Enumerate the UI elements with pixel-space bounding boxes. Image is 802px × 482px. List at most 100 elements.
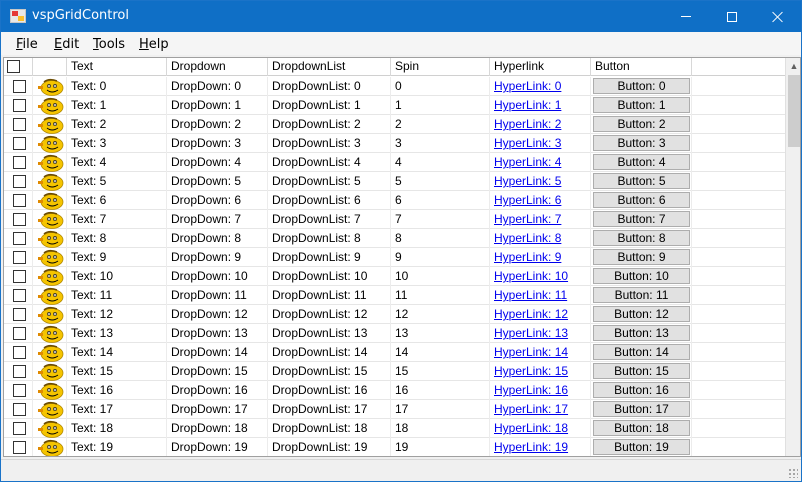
dropdownlist-cell[interactable]: DropDownList: 7 <box>268 210 391 229</box>
spin-cell[interactable]: 7 <box>391 210 490 229</box>
text-cell[interactable]: Text: 16 <box>67 381 167 400</box>
row-checkbox[interactable] <box>13 384 26 397</box>
row-checkbox[interactable] <box>13 175 26 188</box>
dropdown-cell[interactable]: DropDown: 6 <box>167 191 268 210</box>
dropdown-cell[interactable]: DropDown: 16 <box>167 381 268 400</box>
row-hyperlink[interactable]: HyperLink: 18 <box>494 421 568 435</box>
text-cell[interactable]: Text: 1 <box>67 96 167 115</box>
dropdown-cell[interactable]: DropDown: 12 <box>167 305 268 324</box>
table-row[interactable]: Text: 7 DropDown: 7 DropDownList: 7 7 HyperL… <box>4 210 787 229</box>
dropdownlist-cell[interactable]: DropDownList: 16 <box>268 381 391 400</box>
row-hyperlink[interactable]: HyperLink: 0 <box>494 79 561 93</box>
dropdownlist-cell[interactable]: DropDownList: 8 <box>268 229 391 248</box>
dropdown-cell[interactable]: DropDown: 1 <box>167 96 268 115</box>
text-cell[interactable]: Text: 6 <box>67 191 167 210</box>
spin-cell[interactable]: 11 <box>391 286 490 305</box>
dropdown-cell[interactable]: DropDown: 18 <box>167 419 268 438</box>
row-hyperlink[interactable]: HyperLink: 10 <box>494 269 568 283</box>
row-button[interactable]: Button: 2 <box>593 116 690 132</box>
dropdownlist-cell[interactable]: DropDownList: 4 <box>268 153 391 172</box>
row-button[interactable]: Button: 14 <box>593 344 690 360</box>
vertical-scrollbar[interactable]: ▲ <box>785 58 800 456</box>
row-hyperlink[interactable]: HyperLink: 11 <box>494 288 567 302</box>
dropdown-cell[interactable]: DropDown: 19 <box>167 438 268 456</box>
row-button[interactable]: Button: 7 <box>593 211 690 227</box>
scroll-up-arrow-icon[interactable]: ▲ <box>786 58 800 74</box>
row-hyperlink[interactable]: HyperLink: 1 <box>494 98 561 112</box>
text-cell[interactable]: Text: 17 <box>67 400 167 419</box>
grid-control[interactable]: Text Dropdown DropdownList Spin Hyperlin… <box>3 57 801 457</box>
row-button[interactable]: Button: 19 <box>593 439 690 455</box>
row-hyperlink[interactable]: HyperLink: 7 <box>494 212 561 226</box>
minimize-button[interactable] <box>663 1 709 32</box>
table-row[interactable]: Text: 13 DropDown: 13 DropDownList: 13 13 Hy… <box>4 324 787 343</box>
row-button[interactable]: Button: 5 <box>593 173 690 189</box>
text-cell[interactable]: Text: 4 <box>67 153 167 172</box>
dropdown-cell[interactable]: DropDown: 5 <box>167 172 268 191</box>
row-button[interactable]: Button: 15 <box>593 363 690 379</box>
row-checkbox[interactable] <box>13 327 26 340</box>
spin-cell[interactable]: 4 <box>391 153 490 172</box>
dropdown-cell[interactable]: DropDown: 15 <box>167 362 268 381</box>
text-cell[interactable]: Text: 14 <box>67 343 167 362</box>
menu-file[interactable]: File <box>16 37 38 52</box>
maximize-button[interactable] <box>709 1 755 32</box>
table-row[interactable]: Text: 5 DropDown: 5 DropDownList: 5 5 HyperL… <box>4 172 787 191</box>
table-row[interactable]: Text: 12 DropDown: 12 DropDownList: 12 12 Hy… <box>4 305 787 324</box>
dropdownlist-cell[interactable]: DropDownList: 5 <box>268 172 391 191</box>
row-button[interactable]: Button: 9 <box>593 249 690 265</box>
row-checkbox[interactable] <box>13 213 26 226</box>
close-button[interactable] <box>755 1 801 32</box>
row-hyperlink[interactable]: HyperLink: 3 <box>494 136 561 150</box>
table-row[interactable]: Text: 8 DropDown: 8 DropDownList: 8 8 HyperL… <box>4 229 787 248</box>
header-text[interactable]: Text <box>67 58 167 76</box>
row-button[interactable]: Button: 4 <box>593 154 690 170</box>
table-row[interactable]: Text: 0 DropDown: 0 DropDownList: 0 0 HyperL… <box>4 77 787 96</box>
spin-cell[interactable]: 19 <box>391 438 490 456</box>
row-button[interactable]: Button: 13 <box>593 325 690 341</box>
text-cell[interactable]: Text: 12 <box>67 305 167 324</box>
table-row[interactable]: Text: 6 DropDown: 6 DropDownList: 6 6 HyperL… <box>4 191 787 210</box>
dropdownlist-cell[interactable]: DropDownList: 11 <box>268 286 391 305</box>
row-checkbox[interactable] <box>13 270 26 283</box>
header-dropdown[interactable]: Dropdown <box>167 58 268 76</box>
dropdown-cell[interactable]: DropDown: 2 <box>167 115 268 134</box>
dropdownlist-cell[interactable]: DropDownList: 0 <box>268 77 391 96</box>
row-checkbox[interactable] <box>13 232 26 245</box>
row-button[interactable]: Button: 12 <box>593 306 690 322</box>
table-row[interactable]: Text: 9 DropDown: 9 DropDownList: 9 9 HyperL… <box>4 248 787 267</box>
row-checkbox[interactable] <box>13 194 26 207</box>
header-spin[interactable]: Spin <box>391 58 490 76</box>
row-button[interactable]: Button: 18 <box>593 420 690 436</box>
dropdown-cell[interactable]: DropDown: 10 <box>167 267 268 286</box>
row-button[interactable]: Button: 10 <box>593 268 690 284</box>
spin-cell[interactable]: 8 <box>391 229 490 248</box>
row-hyperlink[interactable]: HyperLink: 4 <box>494 155 561 169</box>
row-checkbox[interactable] <box>13 251 26 264</box>
row-button[interactable]: Button: 3 <box>593 135 690 151</box>
dropdown-cell[interactable]: DropDown: 13 <box>167 324 268 343</box>
text-cell[interactable]: Text: 11 <box>67 286 167 305</box>
header-dropdownlist[interactable]: DropdownList <box>268 58 391 76</box>
table-row[interactable]: Text: 18 DropDown: 18 DropDownList: 18 18 Hy… <box>4 419 787 438</box>
text-cell[interactable]: Text: 19 <box>67 438 167 456</box>
dropdownlist-cell[interactable]: DropDownList: 18 <box>268 419 391 438</box>
row-button[interactable]: Button: 0 <box>593 78 690 94</box>
resize-grip-icon[interactable] <box>788 468 798 478</box>
row-checkbox[interactable] <box>13 80 26 93</box>
table-row[interactable]: Text: 4 DropDown: 4 DropDownList: 4 4 HyperL… <box>4 153 787 172</box>
row-button[interactable]: Button: 11 <box>593 287 690 303</box>
dropdownlist-cell[interactable]: DropDownList: 13 <box>268 324 391 343</box>
dropdown-cell[interactable]: DropDown: 3 <box>167 134 268 153</box>
table-row[interactable]: Text: 19 DropDown: 19 DropDownList: 19 19 Hy… <box>4 438 787 456</box>
row-hyperlink[interactable]: HyperLink: 19 <box>494 440 568 454</box>
dropdown-cell[interactable]: DropDown: 0 <box>167 77 268 96</box>
table-row[interactable]: Text: 14 DropDown: 14 DropDownList: 14 14 Hy… <box>4 343 787 362</box>
table-row[interactable]: Text: 15 DropDown: 15 DropDownList: 15 15 Hy… <box>4 362 787 381</box>
header-hyperlink[interactable]: Hyperlink <box>490 58 591 76</box>
spin-cell[interactable]: 0 <box>391 77 490 96</box>
spin-cell[interactable]: 5 <box>391 172 490 191</box>
row-checkbox[interactable] <box>13 99 26 112</box>
spin-cell[interactable]: 3 <box>391 134 490 153</box>
row-checkbox[interactable] <box>13 365 26 378</box>
